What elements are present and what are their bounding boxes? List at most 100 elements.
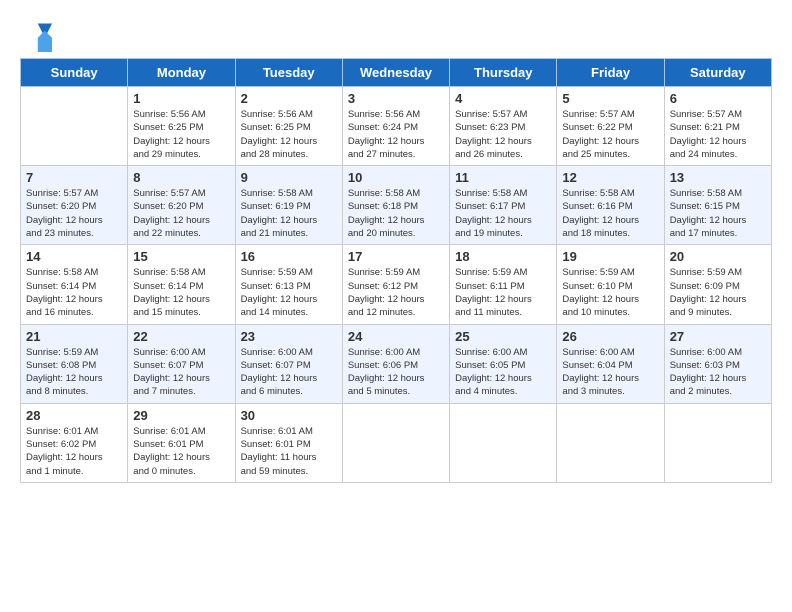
day-info: Sunrise: 6:01 AM Sunset: 6:01 PM Dayligh…: [133, 425, 229, 478]
calendar-cell: 16Sunrise: 5:59 AM Sunset: 6:13 PM Dayli…: [235, 245, 342, 324]
day-number: 15: [133, 249, 229, 264]
calendar-cell: 5 Sunrise: 5:57 AM Sunset: 6:22 PM Daylig…: [557, 87, 664, 166]
calendar-cell: 30 Sunrise: 6:01 AM Sunset: 6:01 PM Dayli…: [235, 403, 342, 482]
weekday-header-monday: Monday: [128, 59, 235, 87]
day-number: 6: [670, 91, 766, 106]
calendar-cell: 20 Sunrise: 5:59 AM Sunset: 6:09 PM Dayli…: [664, 245, 771, 324]
day-info: Sunrise: 5:59 AM Sunset: 6:12 PM Dayligh…: [348, 266, 444, 319]
calendar-cell: 24Sunrise: 6:00 AM Sunset: 6:06 PM Dayli…: [342, 324, 449, 403]
day-info: Sunrise: 6:00 AM Sunset: 6:04 PM Dayligh…: [562, 346, 658, 399]
weekday-header-thursday: Thursday: [450, 59, 557, 87]
calendar-week-5: 28Sunrise: 6:01 AM Sunset: 6:02 PM Dayli…: [21, 403, 772, 482]
page-header: [20, 20, 772, 52]
calendar-cell: 23 Sunrise: 6:00 AM Sunset: 6:07 PM Dayli…: [235, 324, 342, 403]
calendar-cell: 4 Sunrise: 5:57 AM Sunset: 6:23 PM Daylig…: [450, 87, 557, 166]
logo-icon: [20, 20, 52, 52]
calendar-cell: 1 Sunrise: 5:56 AM Sunset: 6:25 PM Daylig…: [128, 87, 235, 166]
day-info: Sunrise: 5:57 AM Sunset: 6:23 PM Dayligh…: [455, 108, 551, 161]
weekday-header-wednesday: Wednesday: [342, 59, 449, 87]
day-info: Sunrise: 5:57 AM Sunset: 6:21 PM Dayligh…: [670, 108, 766, 161]
calendar-cell: 12 Sunrise: 5:58 AM Sunset: 6:16 PM Dayli…: [557, 166, 664, 245]
day-info: Sunrise: 5:57 AM Sunset: 6:20 PM Dayligh…: [133, 187, 229, 240]
calendar-week-2: 7 Sunrise: 5:57 AM Sunset: 6:20 PM Daylig…: [21, 166, 772, 245]
calendar-cell: 15 Sunrise: 5:58 AM Sunset: 6:14 PM Dayli…: [128, 245, 235, 324]
day-info: Sunrise: 5:57 AM Sunset: 6:22 PM Dayligh…: [562, 108, 658, 161]
day-info: Sunrise: 6:00 AM Sunset: 6:07 PM Dayligh…: [241, 346, 337, 399]
calendar-week-4: 21 Sunrise: 5:59 AM Sunset: 6:08 PM Dayli…: [21, 324, 772, 403]
calendar-header-row: SundayMondayTuesdayWednesdayThursdayFrid…: [21, 59, 772, 87]
calendar-cell: 28Sunrise: 6:01 AM Sunset: 6:02 PM Dayli…: [21, 403, 128, 482]
day-number: 26: [562, 329, 658, 344]
calendar-cell: 17Sunrise: 5:59 AM Sunset: 6:12 PM Dayli…: [342, 245, 449, 324]
day-number: 8: [133, 170, 229, 185]
weekday-header-friday: Friday: [557, 59, 664, 87]
day-number: 30: [241, 408, 337, 423]
calendar-cell: 3 Sunrise: 5:56 AM Sunset: 6:24 PM Daylig…: [342, 87, 449, 166]
day-info: Sunrise: 5:56 AM Sunset: 6:25 PM Dayligh…: [133, 108, 229, 161]
day-number: 25: [455, 329, 551, 344]
day-number: 23: [241, 329, 337, 344]
day-number: 2: [241, 91, 337, 106]
day-info: Sunrise: 5:58 AM Sunset: 6:19 PM Dayligh…: [241, 187, 337, 240]
day-number: 1: [133, 91, 229, 106]
calendar-cell: 25 Sunrise: 6:00 AM Sunset: 6:05 PM Dayli…: [450, 324, 557, 403]
day-number: 29: [133, 408, 229, 423]
calendar-week-1: 1 Sunrise: 5:56 AM Sunset: 6:25 PM Daylig…: [21, 87, 772, 166]
day-info: Sunrise: 5:56 AM Sunset: 6:25 PM Dayligh…: [241, 108, 337, 161]
day-info: Sunrise: 5:59 AM Sunset: 6:09 PM Dayligh…: [670, 266, 766, 319]
day-number: 28: [26, 408, 122, 423]
day-info: Sunrise: 5:58 AM Sunset: 6:15 PM Dayligh…: [670, 187, 766, 240]
day-number: 10: [348, 170, 444, 185]
weekday-header-saturday: Saturday: [664, 59, 771, 87]
day-number: 9: [241, 170, 337, 185]
day-number: 18: [455, 249, 551, 264]
calendar-cell: 8 Sunrise: 5:57 AM Sunset: 6:20 PM Daylig…: [128, 166, 235, 245]
day-info: Sunrise: 5:56 AM Sunset: 6:24 PM Dayligh…: [348, 108, 444, 161]
calendar-cell: [342, 403, 449, 482]
day-info: Sunrise: 5:58 AM Sunset: 6:14 PM Dayligh…: [133, 266, 229, 319]
day-info: Sunrise: 6:00 AM Sunset: 6:03 PM Dayligh…: [670, 346, 766, 399]
day-info: Sunrise: 5:57 AM Sunset: 6:20 PM Dayligh…: [26, 187, 122, 240]
day-number: 20: [670, 249, 766, 264]
day-info: Sunrise: 6:00 AM Sunset: 6:07 PM Dayligh…: [133, 346, 229, 399]
calendar-cell: 13 Sunrise: 5:58 AM Sunset: 6:15 PM Dayli…: [664, 166, 771, 245]
calendar-table: SundayMondayTuesdayWednesdayThursdayFrid…: [20, 58, 772, 483]
day-number: 4: [455, 91, 551, 106]
weekday-header-sunday: Sunday: [21, 59, 128, 87]
logo: [20, 20, 56, 52]
day-info: Sunrise: 6:01 AM Sunset: 6:01 PM Dayligh…: [241, 425, 337, 478]
day-number: 5: [562, 91, 658, 106]
day-info: Sunrise: 5:58 AM Sunset: 6:14 PM Dayligh…: [26, 266, 122, 319]
calendar-week-3: 14Sunrise: 5:58 AM Sunset: 6:14 PM Dayli…: [21, 245, 772, 324]
day-number: 3: [348, 91, 444, 106]
calendar-cell: 7 Sunrise: 5:57 AM Sunset: 6:20 PM Daylig…: [21, 166, 128, 245]
day-number: 11: [455, 170, 551, 185]
day-info: Sunrise: 5:59 AM Sunset: 6:10 PM Dayligh…: [562, 266, 658, 319]
calendar-cell: 9 Sunrise: 5:58 AM Sunset: 6:19 PM Daylig…: [235, 166, 342, 245]
day-number: 16: [241, 249, 337, 264]
day-info: Sunrise: 6:00 AM Sunset: 6:06 PM Dayligh…: [348, 346, 444, 399]
day-number: 12: [562, 170, 658, 185]
calendar-cell: 6 Sunrise: 5:57 AM Sunset: 6:21 PM Daylig…: [664, 87, 771, 166]
calendar-cell: [557, 403, 664, 482]
day-info: Sunrise: 5:58 AM Sunset: 6:18 PM Dayligh…: [348, 187, 444, 240]
day-number: 19: [562, 249, 658, 264]
calendar-cell: 22 Sunrise: 6:00 AM Sunset: 6:07 PM Dayli…: [128, 324, 235, 403]
day-number: 7: [26, 170, 122, 185]
day-number: 13: [670, 170, 766, 185]
calendar-cell: 21 Sunrise: 5:59 AM Sunset: 6:08 PM Dayli…: [21, 324, 128, 403]
day-info: Sunrise: 6:00 AM Sunset: 6:05 PM Dayligh…: [455, 346, 551, 399]
calendar-cell: 27Sunrise: 6:00 AM Sunset: 6:03 PM Dayli…: [664, 324, 771, 403]
calendar-cell: 2 Sunrise: 5:56 AM Sunset: 6:25 PM Daylig…: [235, 87, 342, 166]
calendar-cell: [664, 403, 771, 482]
calendar-cell: 11Sunrise: 5:58 AM Sunset: 6:17 PM Dayli…: [450, 166, 557, 245]
calendar-cell: 19 Sunrise: 5:59 AM Sunset: 6:10 PM Dayli…: [557, 245, 664, 324]
day-number: 21: [26, 329, 122, 344]
day-number: 22: [133, 329, 229, 344]
day-info: Sunrise: 5:58 AM Sunset: 6:16 PM Dayligh…: [562, 187, 658, 240]
calendar-cell: [21, 87, 128, 166]
calendar-cell: 26 Sunrise: 6:00 AM Sunset: 6:04 PM Dayli…: [557, 324, 664, 403]
calendar-cell: 18Sunrise: 5:59 AM Sunset: 6:11 PM Dayli…: [450, 245, 557, 324]
day-info: Sunrise: 5:59 AM Sunset: 6:08 PM Dayligh…: [26, 346, 122, 399]
weekday-header-tuesday: Tuesday: [235, 59, 342, 87]
